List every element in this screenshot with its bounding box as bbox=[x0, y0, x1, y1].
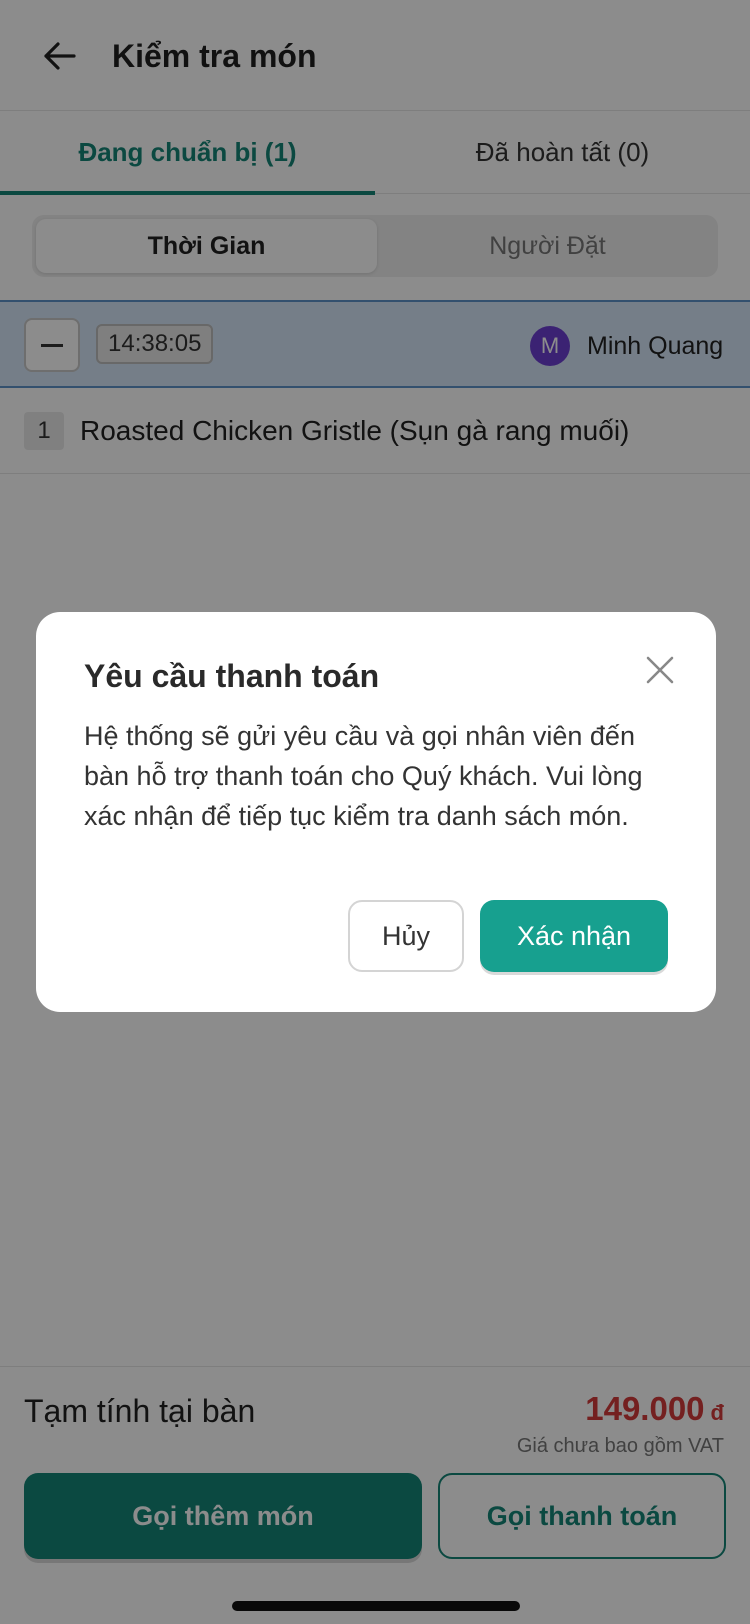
cancel-button[interactable]: Hủy bbox=[348, 900, 464, 972]
dialog-title: Yêu cầu thanh toán bbox=[84, 658, 380, 694]
close-button[interactable] bbox=[640, 650, 680, 690]
confirm-button[interactable]: Xác nhận bbox=[480, 900, 668, 972]
dialog-message: Hệ thống sẽ gửi yêu cầu và gọi nhân viên… bbox=[84, 721, 643, 831]
close-icon bbox=[646, 656, 674, 684]
payment-request-dialog: Yêu cầu thanh toán Hệ thống sẽ gửi yêu c… bbox=[36, 612, 716, 1012]
